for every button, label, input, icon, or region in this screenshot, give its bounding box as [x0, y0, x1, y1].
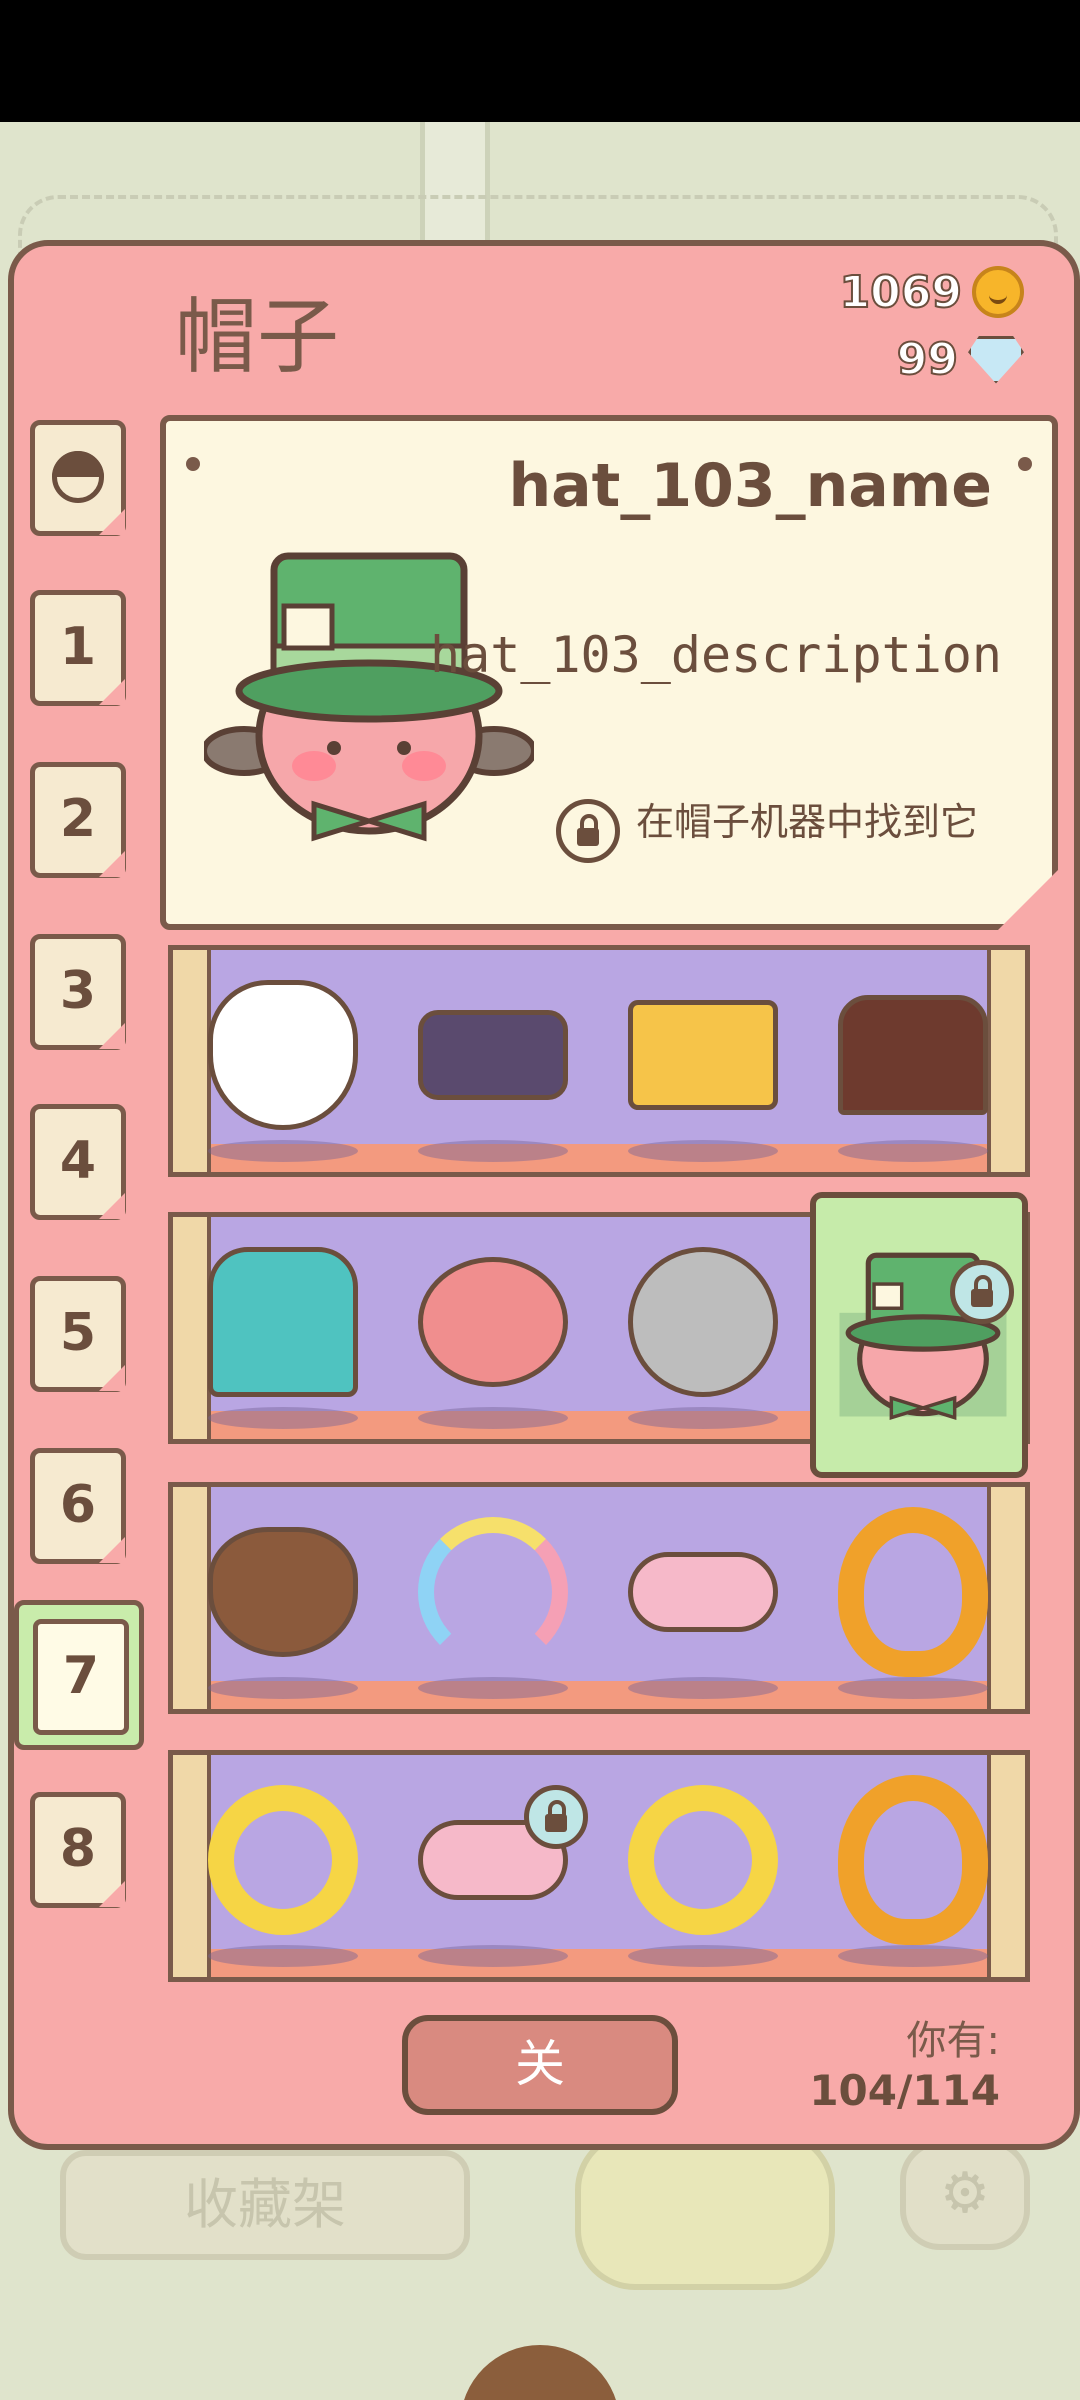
modal-title: 帽子	[175, 290, 340, 385]
lock-icon	[524, 1785, 588, 1849]
tab-2[interactable]: 2	[30, 762, 126, 878]
hat-slot-golden-egg-ring[interactable]	[818, 1497, 1008, 1699]
hat-slot-anubis-headdress[interactable]	[188, 1227, 378, 1429]
chick-hood-hat-icon	[208, 1785, 358, 1935]
anubis-headdress-hat-icon	[208, 1247, 358, 1397]
status-bar	[0, 0, 1080, 122]
you-have-label: 你有:	[906, 2018, 1000, 2064]
fox-mask-hat-icon	[208, 980, 358, 1130]
coin-icon	[972, 266, 1024, 318]
grab-button[interactable]	[575, 2130, 835, 2290]
page-curl	[998, 870, 1058, 930]
pin-icon	[186, 457, 200, 471]
hat-slot-bunny-hood[interactable]	[188, 1497, 378, 1699]
face-icon	[52, 451, 104, 503]
tab-label: 6	[59, 1475, 97, 1535]
tab-4[interactable]: 4	[30, 1104, 126, 1220]
coin-count: 1069	[839, 266, 963, 319]
tab-label: 5	[59, 1303, 97, 1363]
gem-counter: 99	[896, 333, 1024, 386]
settings-button[interactable]: ⚙	[900, 2140, 1030, 2250]
hat-slot-cherry-blossom-crown[interactable]	[608, 1497, 798, 1699]
hat-slot-snake-pharaoh[interactable]	[608, 960, 798, 1162]
tab-5[interactable]: 5	[30, 1276, 126, 1392]
golden-egg-ring-hat-icon	[838, 1775, 988, 1945]
gem-icon	[968, 335, 1024, 384]
hat-description: hat_103_description	[430, 626, 1002, 684]
hat-slot-ninja-mask[interactable]	[398, 960, 588, 1162]
coin-counter: 1069	[839, 266, 1024, 319]
mad-hatter-preview-icon	[204, 552, 534, 842]
shelf-row-1	[168, 945, 1030, 1177]
collection-shelf-button[interactable]: 收藏架	[60, 2150, 470, 2260]
tab-8[interactable]: 8	[30, 1792, 126, 1908]
hat-slot-chick-hood-2[interactable]	[608, 1765, 798, 1967]
tab-label: 4	[59, 1131, 97, 1191]
tab-label: 3	[59, 961, 97, 1021]
tab-1[interactable]: 1	[30, 590, 126, 706]
pilot-helmet-hat-icon	[418, 1257, 568, 1387]
tab-7[interactable]: 7	[14, 1600, 144, 1750]
tab-label: 2	[59, 789, 97, 849]
pin-icon	[1018, 457, 1032, 471]
chick-hood-hat-icon	[628, 1785, 778, 1935]
shelf-row-3	[168, 1482, 1030, 1714]
cherry-blossom-crown-hat-icon	[628, 1552, 778, 1632]
tab-label: 1	[59, 617, 97, 677]
hat-slot-fox-mask[interactable]	[188, 960, 378, 1162]
unlock-hint-text: 在帽子机器中找到它	[636, 800, 979, 844]
hat-slot-golden-egg-ring-2[interactable]	[818, 1765, 1008, 1967]
hat-slot-cherry-blossom-crown-locked[interactable]	[398, 1765, 588, 1967]
lock-icon	[950, 1260, 1014, 1324]
hat-slot-pilot-helmet[interactable]	[398, 1227, 588, 1429]
cobra-headdress-hat-icon	[838, 995, 988, 1115]
hat-slot-rainbow[interactable]	[398, 1497, 588, 1699]
tab-all[interactable]	[30, 420, 126, 536]
golden-egg-ring-hat-icon	[838, 1507, 988, 1677]
bunny-hood-hat-icon	[208, 1527, 358, 1657]
rainbow-hat-icon	[418, 1517, 568, 1667]
gem-count: 99	[896, 333, 959, 386]
hat-slot-chick-hood[interactable]	[188, 1765, 378, 1967]
tab-6[interactable]: 6	[30, 1448, 126, 1564]
close-button[interactable]: 关	[402, 2015, 678, 2115]
hat-slot-mad-hatter-selected[interactable]	[810, 1192, 1028, 1478]
lock-icon	[556, 799, 620, 863]
snake-pharaoh-hat-icon	[628, 1000, 778, 1110]
tab-3[interactable]: 3	[30, 934, 126, 1050]
collection-count: 104/114	[809, 2066, 1000, 2115]
hat-slot-cobra-headdress[interactable]	[818, 960, 1008, 1162]
hat-info-card: hat_103_name hat_103_description 在帽子机器中找…	[160, 415, 1058, 930]
gear-icon: ⚙	[939, 2161, 991, 2226]
knight-helmet-hat-icon	[628, 1247, 778, 1397]
tab-label: 8	[59, 1819, 97, 1879]
hat-slot-knight-helmet[interactable]	[608, 1227, 798, 1429]
ninja-mask-hat-icon	[418, 1010, 568, 1100]
tab-label: 7	[62, 1646, 100, 1706]
hat-name: hat_103_name	[508, 451, 992, 521]
shelf-row-4	[168, 1750, 1030, 1982]
unlock-hint: 在帽子机器中找到它	[556, 799, 1016, 863]
